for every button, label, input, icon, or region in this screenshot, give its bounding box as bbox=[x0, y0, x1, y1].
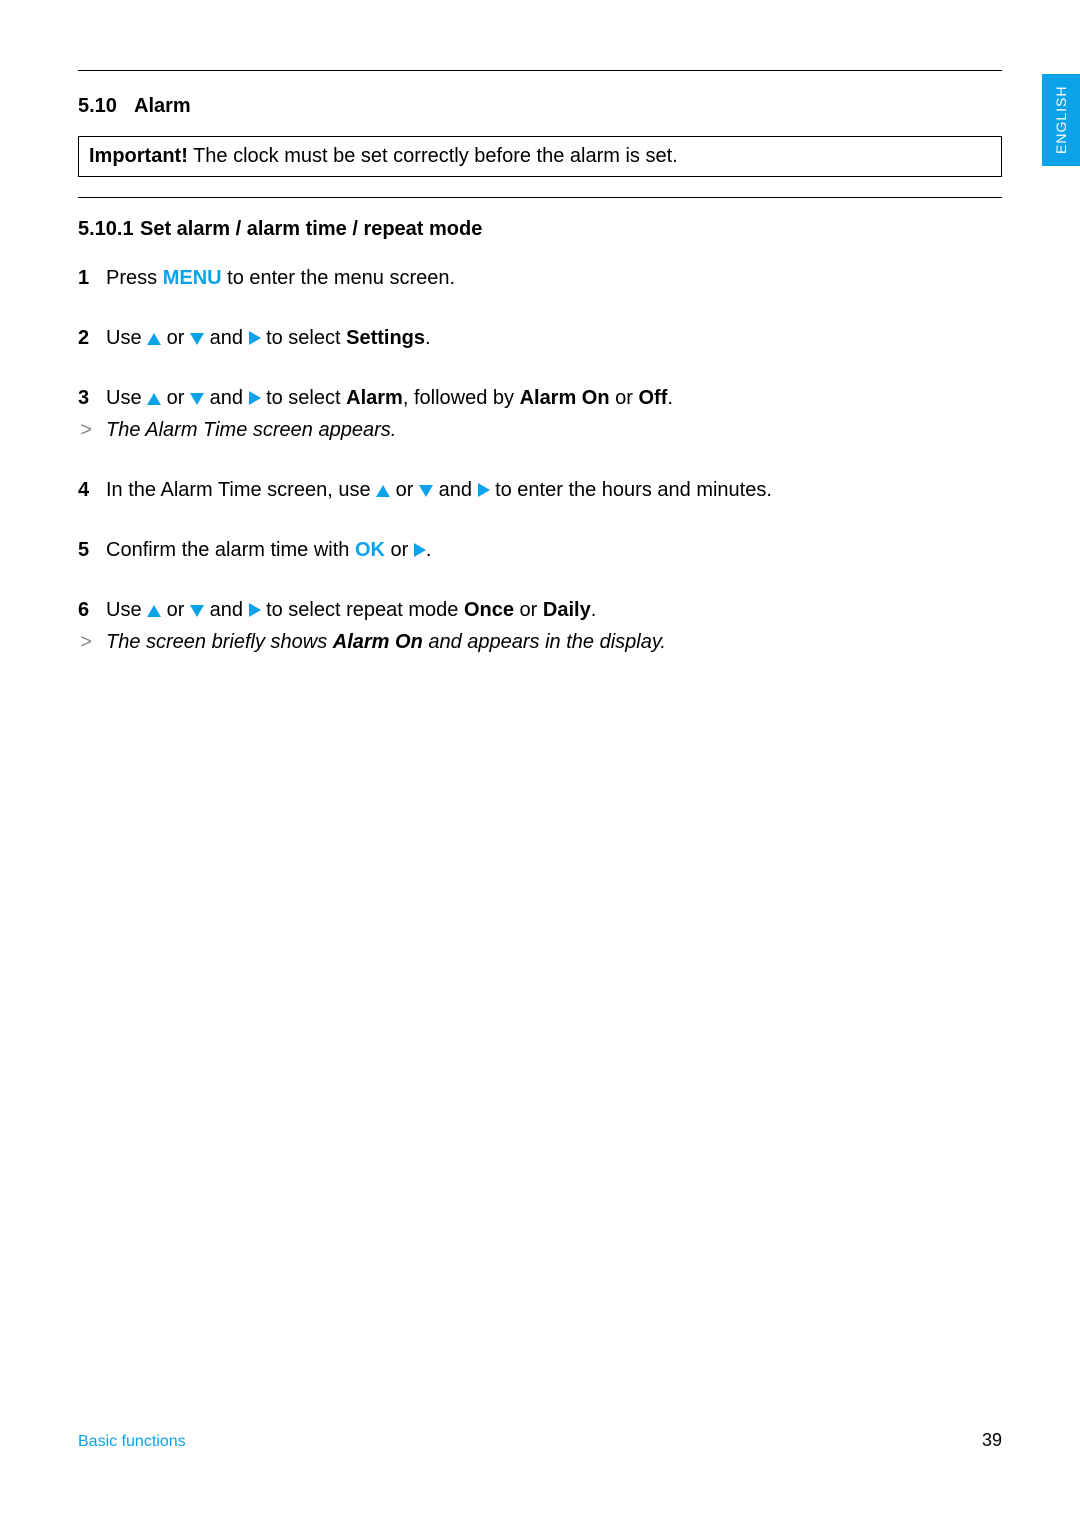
step-text: or bbox=[390, 479, 419, 501]
step-text: . bbox=[591, 599, 597, 621]
step-text: or bbox=[161, 599, 190, 621]
step-6: 6 Use or and to select repeat mode Once … bbox=[78, 595, 1002, 625]
step-number: 4 bbox=[78, 475, 89, 505]
triangle-right-icon bbox=[249, 603, 261, 617]
alarm-on-label: Alarm On bbox=[520, 387, 610, 409]
result-text: The screen briefly shows bbox=[106, 631, 333, 653]
section-number: 5.10 bbox=[78, 95, 134, 118]
off-label: Off bbox=[639, 387, 668, 409]
step-number: 3 bbox=[78, 383, 89, 413]
step-text: or bbox=[161, 387, 190, 409]
once-label: Once bbox=[464, 599, 514, 621]
horizontal-rule-top bbox=[78, 70, 1002, 71]
step-text: to select bbox=[261, 387, 347, 409]
step-text: . bbox=[425, 327, 431, 349]
step-text: Confirm the alarm time with bbox=[106, 539, 355, 561]
step-text: to enter the hours and minutes. bbox=[490, 479, 772, 501]
settings-label: Settings bbox=[346, 327, 425, 349]
section-heading: 5.10Alarm bbox=[78, 95, 1002, 118]
page-number: 39 bbox=[982, 1430, 1002, 1451]
language-tab: ENGLISH bbox=[1042, 74, 1080, 166]
step-text: and bbox=[204, 599, 248, 621]
triangle-right-icon bbox=[478, 483, 490, 497]
triangle-right-icon bbox=[249, 331, 261, 345]
step-text: and bbox=[204, 327, 248, 349]
section-title: Alarm bbox=[134, 95, 191, 117]
triangle-down-icon bbox=[190, 605, 204, 617]
step-text: . bbox=[426, 539, 432, 561]
step-text: Use bbox=[106, 327, 147, 349]
step-number: 2 bbox=[78, 323, 89, 353]
ok-key: OK bbox=[355, 539, 385, 561]
step-text: . bbox=[667, 387, 673, 409]
step-3: 3 Use or and to select Alarm, followed b… bbox=[78, 383, 1002, 413]
triangle-up-icon bbox=[147, 605, 161, 617]
triangle-down-icon bbox=[419, 485, 433, 497]
step-text: or bbox=[610, 387, 639, 409]
step-number: 6 bbox=[78, 595, 89, 625]
step-text: or bbox=[514, 599, 543, 621]
result-6: The screen briefly shows Alarm On and ap… bbox=[78, 627, 1002, 657]
result-text: The Alarm Time screen appears. bbox=[106, 419, 396, 441]
step-5: 5 Confirm the alarm time with OK or . bbox=[78, 535, 1002, 565]
step-text: , followed by bbox=[403, 387, 520, 409]
step-text: In the Alarm Time screen, use bbox=[106, 479, 376, 501]
important-text: The clock must be set correctly before t… bbox=[188, 145, 678, 167]
triangle-right-icon bbox=[414, 543, 426, 557]
step-text: or bbox=[161, 327, 190, 349]
horizontal-rule-mid bbox=[78, 197, 1002, 198]
subsection-title: Set alarm / alarm time / repeat mode bbox=[140, 218, 482, 240]
alarm-on-label: Alarm On bbox=[333, 631, 423, 653]
footer-section-name: Basic functions bbox=[78, 1433, 186, 1451]
step-text: and bbox=[433, 479, 477, 501]
step-2: 2 Use or and to select Settings. bbox=[78, 323, 1002, 353]
step-number: 1 bbox=[78, 263, 89, 293]
triangle-up-icon bbox=[376, 485, 390, 497]
step-4: 4 In the Alarm Time screen, use or and t… bbox=[78, 475, 1002, 505]
menu-key: MENU bbox=[163, 267, 222, 289]
important-label: Important! bbox=[89, 145, 188, 167]
triangle-up-icon bbox=[147, 333, 161, 345]
result-text: and appears in the display. bbox=[423, 631, 666, 653]
step-text: Press bbox=[106, 267, 163, 289]
step-text: to enter the menu screen. bbox=[222, 267, 455, 289]
subsection-heading: 5.10.1Set alarm / alarm time / repeat mo… bbox=[78, 218, 1002, 241]
daily-label: Daily bbox=[543, 599, 591, 621]
step-text: to select bbox=[261, 327, 347, 349]
step-number: 5 bbox=[78, 535, 89, 565]
result-3: The Alarm Time screen appears. bbox=[78, 415, 1002, 445]
subsection-number: 5.10.1 bbox=[78, 218, 140, 241]
important-box: Important! The clock must be set correct… bbox=[78, 136, 1002, 177]
triangle-down-icon bbox=[190, 393, 204, 405]
step-text: Use bbox=[106, 599, 147, 621]
step-1: 1 Press MENU to enter the menu screen. bbox=[78, 263, 1002, 293]
step-text: or bbox=[385, 539, 414, 561]
triangle-up-icon bbox=[147, 393, 161, 405]
triangle-right-icon bbox=[249, 391, 261, 405]
step-text: and bbox=[204, 387, 248, 409]
step-text: Use bbox=[106, 387, 147, 409]
triangle-down-icon bbox=[190, 333, 204, 345]
step-text: to select repeat mode bbox=[261, 599, 464, 621]
steps-list: 1 Press MENU to enter the menu screen. 2… bbox=[78, 263, 1002, 657]
alarm-label: Alarm bbox=[346, 387, 403, 409]
